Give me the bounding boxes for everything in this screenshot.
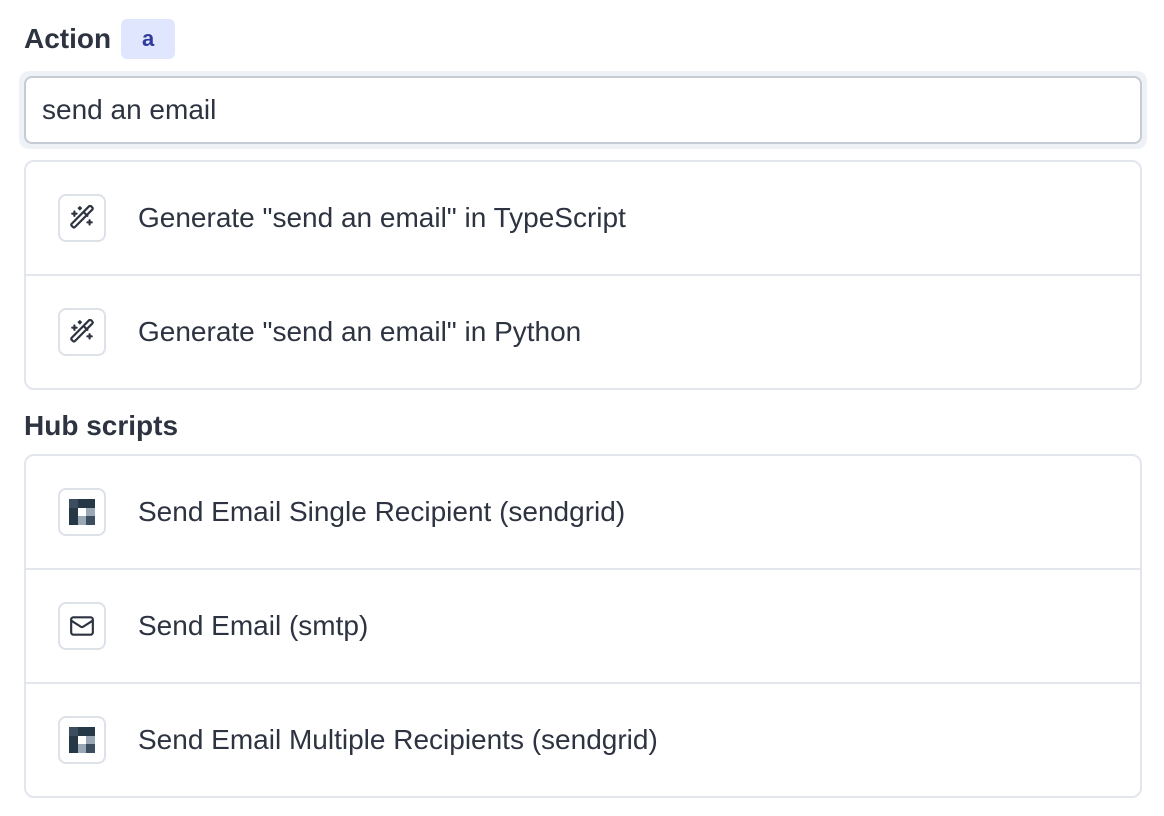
hub-scripts-list: Send Email Single Recipient (sendgrid) S…	[24, 454, 1142, 798]
hub-script-label: Send Email Multiple Recipients (sendgrid…	[138, 724, 658, 755]
hub-script-sendgrid-multiple[interactable]: Send Email Multiple Recipients (sendgrid…	[26, 682, 1140, 796]
magic-wand-icon	[58, 308, 106, 356]
hub-scripts-heading: Hub scripts	[24, 410, 179, 441]
hub-script-sendgrid-single[interactable]: Send Email Single Recipient (sendgrid)	[26, 456, 1140, 568]
generate-python-option[interactable]: Generate "send an email" in Python	[26, 274, 1140, 388]
magic-wand-icon	[58, 194, 106, 242]
hub-script-smtp[interactable]: Send Email (smtp)	[26, 568, 1140, 682]
sendgrid-logo-icon	[58, 488, 106, 536]
mail-icon	[58, 602, 106, 650]
option-label: Generate "send an email" in Python	[138, 316, 582, 347]
search-focus-ring	[19, 71, 1147, 149]
action-header: Action a	[24, 18, 176, 60]
generate-typescript-option[interactable]: Generate "send an email" in TypeScript	[26, 162, 1140, 274]
ai-generate-list: Generate "send an email" in TypeScript G…	[24, 160, 1142, 390]
action-title: Action	[24, 23, 112, 54]
shortcut-badge: a	[121, 19, 176, 59]
hub-script-label: Send Email Single Recipient (sendgrid)	[138, 496, 626, 527]
hub-script-label: Send Email (smtp)	[138, 610, 369, 641]
sendgrid-logo-icon	[58, 716, 106, 764]
search-input[interactable]	[24, 76, 1142, 144]
option-label: Generate "send an email" in TypeScript	[138, 202, 626, 233]
action-picker: Action a Generate "send an email" in Typ…	[0, 0, 1164, 816]
